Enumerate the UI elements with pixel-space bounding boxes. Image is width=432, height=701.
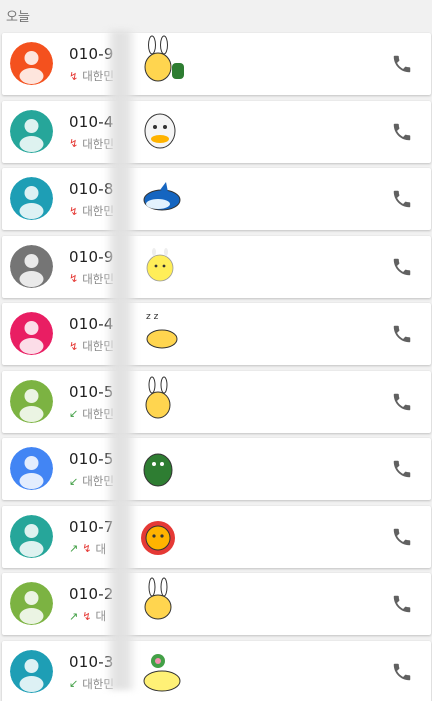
call-location: 대한민 — [82, 69, 114, 83]
contact-avatar-icon[interactable] — [10, 649, 53, 693]
phone-call-icon[interactable] — [391, 391, 413, 413]
phone-call-icon[interactable] — [391, 458, 413, 480]
shark-kakao-sticker — [134, 170, 190, 226]
call-meta: ↯ 대한민 — [69, 203, 114, 219]
contact-avatar-icon[interactable] — [10, 177, 53, 220]
call-meta: ↗ ↯ 대 — [69, 541, 106, 557]
rabbit-neo-kakao-sticker — [134, 575, 190, 631]
outgoing-call-icon: ↗ — [69, 542, 79, 555]
phone-number: 010-2 — [69, 585, 114, 603]
phone-number: 010-4 — [69, 315, 114, 333]
phone-number: 010-9 — [69, 247, 114, 266]
phone-call-icon[interactable] — [391, 121, 413, 143]
missed-call-icon: ↯ — [69, 69, 79, 83]
call-location: 대한민 — [82, 406, 114, 421]
phone-call-icon[interactable] — [391, 53, 413, 75]
rabbit-kakao-sticker — [134, 35, 190, 91]
svg-text:z z: z z — [146, 312, 159, 322]
muzi-kakao-sticker — [134, 373, 190, 429]
call-meta: ↙ 대한민 — [69, 676, 114, 692]
phone-number: 010-3 — [69, 652, 114, 671]
call-meta: ↙ 대한민 — [69, 406, 114, 422]
lion-kakao-sticker — [134, 508, 190, 564]
call-location: 대한민 — [82, 204, 114, 218]
contact-avatar-icon[interactable] — [10, 42, 53, 85]
contact-avatar-icon[interactable] — [10, 582, 53, 625]
section-header-today: 오늘 — [6, 10, 30, 25]
call-meta: ↯ 대한민 — [69, 271, 114, 287]
phone-call-icon[interactable] — [391, 323, 413, 345]
call-log-item[interactable]: 010-5 ↙ 대한민 — [2, 438, 431, 500]
contact-avatar-icon[interactable] — [10, 312, 53, 355]
phone-number: 010-5 — [69, 450, 114, 468]
call-log-item[interactable]: 010-2 ↗ ↯ 대 — [2, 573, 431, 635]
call-log-item[interactable]: 010-9 ↯ 대한민 — [2, 235, 431, 298]
phone-call-icon[interactable] — [391, 593, 413, 615]
call-log-item[interactable]: 010-7 ↗ ↯ 대 — [2, 505, 431, 568]
call-location: 대 — [95, 609, 107, 623]
call-log-item[interactable]: 010-9 ↯ 대한민 — [2, 33, 431, 95]
incoming-call-icon: ↙ — [69, 677, 79, 690]
call-log-item[interactable]: 010-8 ↯ 대한민 — [2, 168, 431, 230]
call-location: 대한민 — [82, 676, 114, 691]
contact-avatar-icon[interactable] — [10, 109, 53, 153]
dino-kakao-sticker — [134, 440, 190, 496]
sleeping-kakao-sticker: z z — [134, 305, 190, 361]
phone-number: 010-7 — [69, 517, 114, 536]
duck-kakao-sticker — [134, 103, 190, 159]
phone-call-icon[interactable] — [391, 256, 413, 278]
call-location: 대한민 — [82, 339, 114, 353]
call-location: 대한민 — [82, 136, 114, 151]
outgoing-call-icon: ↗ — [69, 609, 79, 623]
missed-call-icon: ↯ — [69, 272, 79, 285]
call-location: 대한민 — [82, 271, 114, 286]
phone-call-icon[interactable] — [391, 188, 413, 210]
call-location: 대 — [95, 541, 107, 556]
missed-call-icon: ↯ — [69, 339, 79, 353]
missed-call-icon: ↯ — [82, 609, 92, 623]
call-meta: ↯ 대한민 — [69, 68, 114, 84]
phone-number: 010-5 — [69, 382, 114, 401]
phone-number: 010-4 — [69, 112, 114, 131]
contact-avatar-icon[interactable] — [10, 244, 53, 288]
missed-call-icon: ↯ — [82, 542, 92, 555]
incoming-call-icon: ↙ — [69, 474, 79, 488]
contact-avatar-icon[interactable] — [10, 514, 53, 558]
missed-call-icon: ↯ — [69, 137, 79, 150]
call-location: 대한민 — [82, 474, 114, 488]
contact-avatar-icon[interactable] — [10, 379, 53, 423]
missed-call-icon: ↯ — [69, 204, 79, 218]
phone-call-icon[interactable] — [391, 661, 413, 683]
call-meta: ↯ 대한민 — [69, 136, 114, 152]
call-log-item[interactable]: 010-4 ↯ 대한민 z z — [2, 303, 431, 365]
contact-avatar-icon[interactable] — [10, 447, 53, 490]
call-meta: ↯ 대한민 — [69, 338, 114, 354]
call-meta: ↗ ↯ 대 — [69, 608, 106, 624]
call-log-item[interactable]: 010-5 ↙ 대한민 — [2, 370, 431, 433]
phone-call-icon[interactable] — [391, 526, 413, 548]
chick-kakao-sticker — [134, 238, 190, 294]
phone-number: 010-9 — [69, 45, 114, 63]
call-meta: ↙ 대한민 — [69, 473, 114, 489]
phone-number: 010-8 — [69, 180, 114, 198]
incoming-call-icon: ↙ — [69, 407, 79, 420]
bowl-kakao-sticker — [134, 643, 190, 699]
call-log-item[interactable]: 010-4 ↯ 대한민 — [2, 100, 431, 163]
call-log-item[interactable]: 010-3 ↙ 대한민 — [2, 640, 431, 701]
